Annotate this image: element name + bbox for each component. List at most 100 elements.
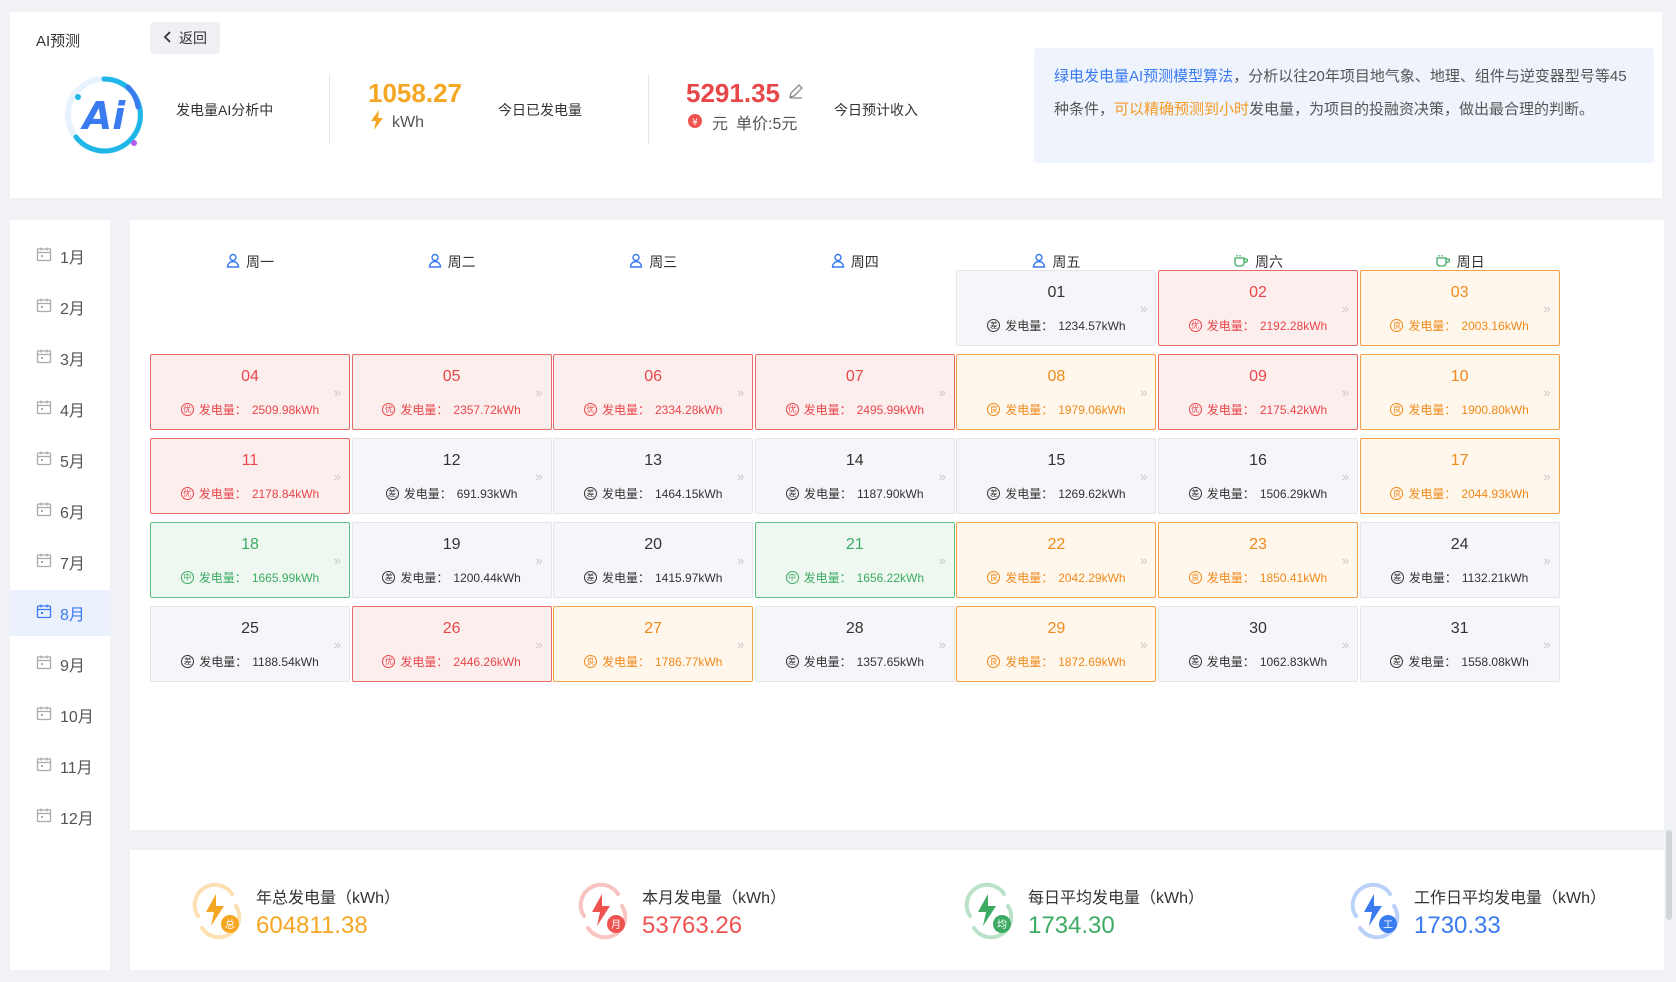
generation-value: 2175.42kWh — [1259, 402, 1328, 417]
summary-panel: AI预测 返回 Ai 发电量AI分析中 1058.27 kWh 今日已发电量 5… — [10, 12, 1662, 198]
generation-prefix: 发电量： — [803, 655, 852, 669]
calendar-day-cell[interactable]: 12 差发电量： 691.93kWh » — [351, 438, 552, 514]
day-generation: 差发电量： 1187.90kWh — [756, 485, 954, 502]
calendar-day-cell[interactable]: 08 良发电量： 1979.06kWh » — [956, 354, 1157, 430]
calendar-day-cell[interactable]: 10 良发电量： 1900.80kWh » — [1359, 354, 1560, 430]
edit-pencil-icon[interactable] — [788, 83, 804, 104]
calendar-day-cell[interactable]: 13 差发电量： 1464.15kWh » — [553, 438, 754, 514]
calendar-day-cell[interactable]: 25 差发电量： 1188.54kWh » — [150, 606, 350, 682]
calendar-day-cell[interactable]: 20 差发电量： 1415.97kWh » — [553, 522, 754, 598]
chevron-right-icon: » — [535, 553, 543, 568]
calendar-day-cell[interactable]: 11 优发电量： 2178.84kWh » — [150, 438, 350, 514]
month-item[interactable]: 11月 — [10, 743, 110, 789]
month-item[interactable]: 4月 — [10, 386, 110, 432]
day-generation: 优发电量： 2357.72kWh — [353, 401, 551, 418]
chevron-right-icon: » — [736, 637, 745, 652]
generation-value: 1269.62kWh — [1058, 486, 1126, 501]
calendar-day-cell[interactable]: 09 优发电量： 2175.42kWh » — [1158, 354, 1358, 430]
day-generation: 优发电量： 2334.28kWh — [554, 401, 752, 418]
calendar-day-cell[interactable]: 29 良发电量： 1872.69kWh » — [956, 606, 1157, 682]
calendar-day-cell[interactable]: 01 差发电量： 1234.57kWh » — [956, 270, 1157, 346]
month-item[interactable]: 7月 — [10, 539, 110, 585]
rating-badge-icon: 差 — [786, 487, 800, 500]
day-generation: 差发电量： 1269.62kWh — [957, 485, 1155, 502]
day-generation: 良发电量： 1872.69kWh — [957, 653, 1155, 670]
lightning-cycle-icon: 月 — [572, 880, 634, 942]
calendar-day-cell[interactable]: 17 良发电量： 2044.93kWh » — [1359, 438, 1560, 514]
rating-badge-icon: 良 — [987, 571, 1001, 584]
ai-status-text: 发电量AI分析中 — [176, 102, 274, 118]
chevron-right-icon: » — [333, 637, 341, 652]
day-number: 15 — [1047, 452, 1066, 469]
day-number: 20 — [644, 536, 663, 553]
chevron-right-icon: » — [1341, 301, 1349, 316]
calendar-day-cell[interactable]: 07 优发电量： 2495.99kWh » — [754, 354, 955, 430]
month-label: 4月 — [60, 403, 85, 420]
month-item[interactable]: 6月 — [10, 488, 110, 534]
calendar-icon — [36, 348, 52, 369]
day-generation: 优发电量： 2175.42kWh — [1159, 401, 1357, 418]
ai-logo-icon: Ai — [56, 67, 152, 163]
generation-prefix: 发电量： — [1408, 487, 1457, 501]
generation-prefix: 发电量： — [1206, 487, 1255, 501]
month-item[interactable]: 5月 — [10, 437, 110, 483]
calendar-day-cell[interactable]: 30 差发电量： 1062.83kWh » — [1158, 606, 1358, 682]
month-label: 9月 — [60, 658, 85, 675]
calendar-day-cell[interactable]: 14 差发电量： 1187.90kWh » — [754, 438, 955, 514]
chevron-right-icon: » — [938, 469, 946, 484]
generation-value: 1506.29kWh — [1259, 486, 1328, 501]
calendar-day-cell[interactable]: 15 差发电量： 1269.62kWh » — [956, 438, 1157, 514]
generation-value: 1132.21kWh — [1461, 570, 1529, 585]
stat-value: 53763.26 — [642, 912, 743, 939]
calendar-day-cell[interactable]: 02 优发电量： 2192.28kWh » — [1158, 270, 1358, 346]
calendar-day-cell[interactable]: 28 差发电量： 1357.65kWh » — [754, 606, 955, 682]
month-item[interactable]: 10月 — [10, 692, 110, 738]
generation-value: 1234.57kWh — [1058, 318, 1126, 333]
lightning-cycle-icon: 均 — [958, 880, 1020, 942]
month-label: 2月 — [60, 301, 85, 318]
calendar-day-cell[interactable]: 05 优发电量： 2357.72kWh » — [351, 354, 552, 430]
chevron-right-icon: » — [1543, 469, 1551, 484]
generation-value: 1979.06kWh — [1058, 402, 1126, 417]
generation-value: 1415.97kWh — [655, 570, 723, 585]
calendar-day-cell[interactable]: 31 差发电量： 1558.08kWh » — [1359, 606, 1560, 682]
calendar-day-cell[interactable]: 22 良发电量： 2042.29kWh » — [956, 522, 1157, 598]
month-item[interactable]: 9月 — [10, 641, 110, 687]
calendar-day-cell[interactable]: 24 差发电量： 1132.21kWh » — [1359, 522, 1560, 598]
today-gen-unit: kWh — [392, 113, 424, 131]
generation-prefix: 发电量： — [1005, 319, 1054, 333]
rating-badge-icon: 优 — [180, 487, 194, 500]
calendar-day-cell[interactable]: 16 差发电量： 1506.29kWh » — [1158, 438, 1358, 514]
algorithm-info-box: 绿电发电量AI预测模型算法，分析以往20年项目地气象、地理、组件与逆变器型号等4… — [1034, 48, 1654, 163]
scrollbar-thumb[interactable] — [1666, 830, 1672, 920]
rating-badge-icon: 差 — [1188, 655, 1202, 668]
month-item[interactable]: 2月 — [10, 284, 110, 330]
today-gen-unit-row: kWh — [370, 110, 424, 135]
generation-prefix: 发电量： — [1206, 319, 1255, 333]
month-item[interactable]: 12月 — [10, 794, 110, 840]
calendar-day-cell[interactable]: 27 良发电量： 1786.77kWh » — [553, 606, 754, 682]
calendar-icon — [36, 450, 52, 471]
person-icon — [428, 253, 442, 271]
generation-prefix: 发电量： — [1005, 655, 1054, 669]
month-item[interactable]: 3月 — [10, 335, 110, 381]
chevron-right-icon: » — [1341, 385, 1349, 400]
generation-prefix: 发电量： — [601, 487, 650, 501]
calendar-day-cell[interactable]: 19 差发电量： 1200.44kWh » — [351, 522, 552, 598]
stats-panel: 总 年总发电量（kWh） 604811.38 月 本月发电量（kWh） 53763.… — [130, 850, 1664, 970]
calendar-day-cell[interactable]: 06 优发电量： 2334.28kWh » — [553, 354, 754, 430]
back-button[interactable]: 返回 — [150, 22, 220, 54]
month-item[interactable]: 1月 — [10, 233, 110, 279]
month-item[interactable]: 8月 — [10, 590, 110, 636]
calendar-day-cell[interactable]: 03 良发电量： 2003.16kWh » — [1359, 270, 1560, 346]
calendar-day-cell[interactable]: 18 中发电量： 1665.99kWh » — [150, 522, 350, 598]
calendar-day-cell[interactable]: 21 中发电量： 1656.22kWh » — [754, 522, 955, 598]
day-generation: 差发电量： 1062.83kWh — [1159, 653, 1357, 670]
calendar-day-cell[interactable]: 04 优发电量： 2509.98kWh » — [150, 354, 350, 430]
calendar-day-cell[interactable]: 23 良发电量： 1850.41kWh » — [1158, 522, 1358, 598]
rating-badge-icon: 差 — [1390, 655, 1404, 668]
calendar-day-cell[interactable]: 26 优发电量： 2446.26kWh » — [351, 606, 552, 682]
calendar-panel: 周一 周二 周三 周四 周五 周六 周日 01 差发电量： 1234.57kWh» 02 优发电量： 2… — [130, 220, 1664, 830]
calendar-icon — [36, 399, 52, 420]
generation-prefix: 发电量： — [1005, 487, 1054, 501]
